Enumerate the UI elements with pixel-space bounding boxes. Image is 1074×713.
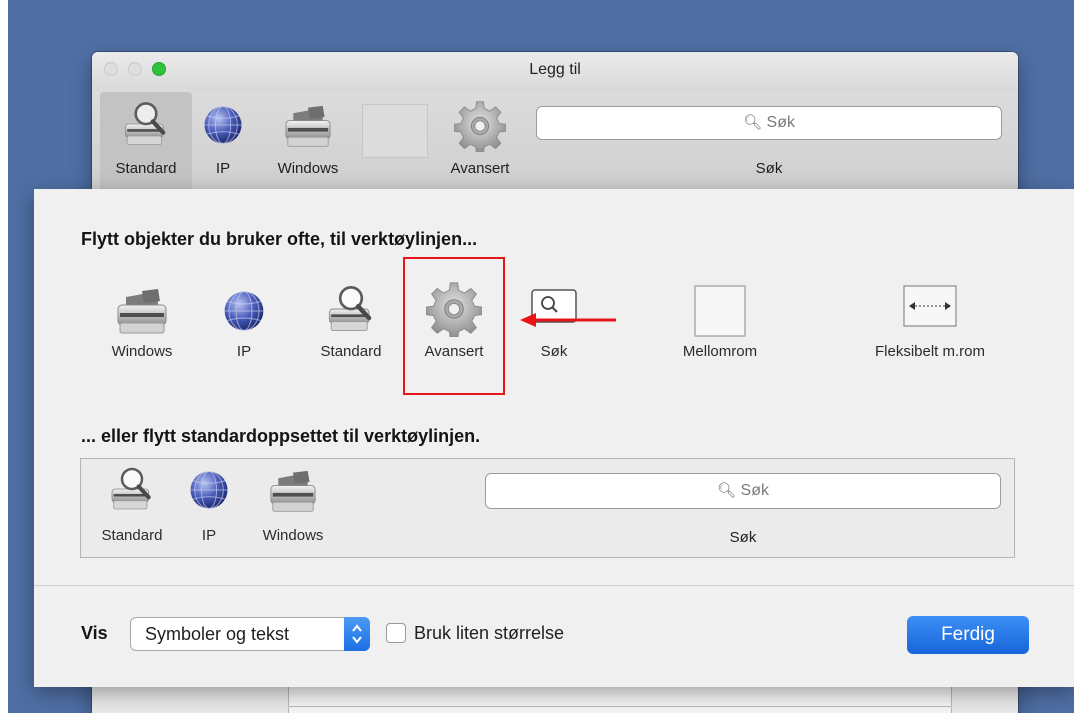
search-placeholder: Søk xyxy=(766,114,795,131)
show-label: Vis xyxy=(81,623,108,643)
palette-item-label: Søk xyxy=(540,343,568,360)
default-item-label: IP xyxy=(201,527,217,544)
toolbar-item-label: IP xyxy=(215,160,231,177)
gear-icon xyxy=(454,100,506,152)
default-item-label: Windows xyxy=(262,527,324,544)
search-icon: 🔍︎ xyxy=(743,114,763,131)
customize-toolbar-sheet: Flytt objekter du bruker ofte, til verkt… xyxy=(34,189,1074,687)
printer-icon xyxy=(265,469,321,515)
toolbar-item-advanced[interactable]: Avansert xyxy=(428,92,532,192)
globe-icon xyxy=(188,469,230,511)
palette-item-ip[interactable]: IP xyxy=(218,277,270,377)
done-button[interactable]: Ferdig xyxy=(907,616,1029,654)
select-stepper-icon xyxy=(344,617,370,651)
palette-item-windows[interactable]: Windows xyxy=(94,277,190,377)
toolbar-item-ip[interactable]: IP xyxy=(200,92,246,192)
palette-item-label: Windows xyxy=(111,343,173,360)
default-item-ip: IP xyxy=(187,459,231,559)
globe-icon xyxy=(222,289,266,333)
toolbar-item-label: Standard xyxy=(115,160,177,177)
toolbar-search-field[interactable]: 🔍︎ Søk xyxy=(536,106,1002,140)
search-icon: 🔍︎ xyxy=(717,482,737,499)
globe-icon xyxy=(202,104,244,146)
toolbar-item-standard[interactable]: Standard xyxy=(100,92,192,192)
palette-item-space[interactable]: Mellomrom xyxy=(660,277,780,377)
printer-icon xyxy=(280,104,336,150)
search-placeholder: Søk xyxy=(740,482,769,499)
small-size-label: Bruk liten størrelse xyxy=(414,623,565,643)
annotation-highlight-box xyxy=(403,257,505,395)
default-item-label: Standard xyxy=(101,527,163,544)
default-toolbar-set[interactable]: Standard IP Windows 🔍︎ Søk Søk xyxy=(80,458,1015,558)
flexible-space-icon xyxy=(903,285,957,327)
palette-item-label: Fleksibelt m.rom xyxy=(874,343,986,360)
background-field xyxy=(288,684,952,708)
palette-item-standard[interactable]: Standard xyxy=(308,277,394,377)
show-mode-value: Symboler og tekst xyxy=(145,624,290,644)
default-search-field: 🔍︎ Søk xyxy=(485,473,1001,509)
palette-heading: Flytt objekter du bruker ofte, til verkt… xyxy=(81,229,478,249)
small-size-checkbox[interactable] xyxy=(386,623,406,643)
window-title: Legg til xyxy=(529,61,581,78)
palette-item-label: Standard xyxy=(320,343,382,360)
window-toolbar: Standard IP Windows Avansert 🔍︎ Søk Søk xyxy=(92,92,1018,192)
default-search-label: Søk xyxy=(729,529,757,546)
printer-icon xyxy=(112,287,172,337)
window-titlebar: Legg til xyxy=(92,52,1018,92)
default-item-windows: Windows xyxy=(245,459,341,559)
show-mode-select[interactable]: Symboler og tekst xyxy=(130,617,370,651)
toolbar-search-label: Søk xyxy=(755,160,783,177)
toolbar-item-label: Windows xyxy=(277,160,339,177)
toolbar-item-windows[interactable]: Windows xyxy=(260,92,356,192)
toolbar-item-label: Avansert xyxy=(450,160,510,177)
standard-magnifier-printer-icon xyxy=(324,283,378,335)
palette-item-label: IP xyxy=(236,343,252,360)
space-icon xyxy=(694,285,746,337)
background-field xyxy=(288,706,952,713)
default-set-heading: ... eller flytt standardoppsettet til ve… xyxy=(81,426,481,446)
palette-item-flexible-space[interactable]: Fleksibelt m.rom xyxy=(850,277,1010,377)
toolbar-space xyxy=(362,104,428,158)
annotation-arrow-icon xyxy=(520,313,616,327)
standard-magnifier-printer-icon xyxy=(107,465,157,513)
sheet-divider xyxy=(34,585,1074,586)
palette-item-label: Mellomrom xyxy=(682,343,758,360)
default-item-standard: Standard xyxy=(89,459,175,559)
standard-magnifier-printer-icon xyxy=(120,100,172,148)
